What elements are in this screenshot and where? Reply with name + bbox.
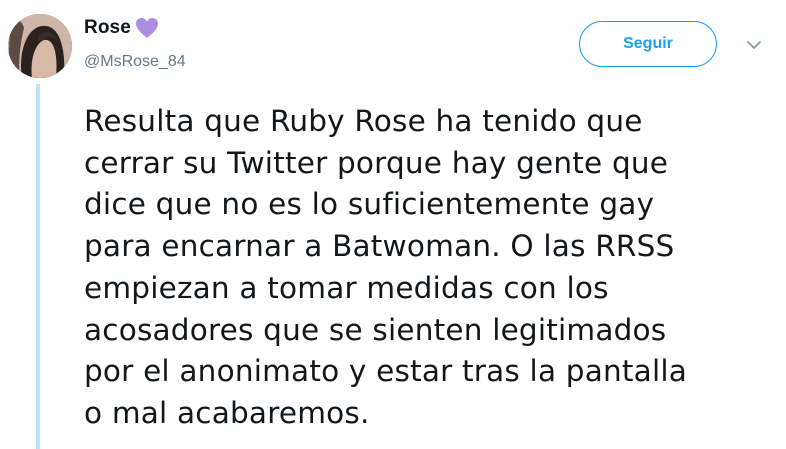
purple-heart-icon xyxy=(135,17,159,39)
tweet-text-line: para encarnar a Batwoman. O las RRSS xyxy=(84,229,675,264)
tweet-card: Rose @MsRose_84 Seguir Resulta que Ruby … xyxy=(0,0,786,449)
tweet-text-line: acosadores que se sienten legitimados xyxy=(84,312,667,347)
tweet-text-line: o mal acabaremos. xyxy=(84,395,370,430)
user-name-row[interactable]: Rose xyxy=(84,17,159,39)
avatar[interactable] xyxy=(8,14,72,78)
user-handle[interactable]: @MsRose_84 xyxy=(84,53,186,71)
chevron-down-icon[interactable] xyxy=(744,38,764,52)
tweet-text-line: cerrar su Twitter porque hay gente que xyxy=(84,145,669,180)
tweet-text-line: empiezan a tomar medidas con los xyxy=(84,270,609,305)
tweet-text-line: Resulta que Ruby Rose ha tenido que xyxy=(84,104,643,138)
thread-line xyxy=(36,84,40,449)
follow-button[interactable]: Seguir xyxy=(579,21,717,67)
avatar-photo-icon xyxy=(8,14,72,78)
tweet-text-line: por el anonimato y estar tras la pantall… xyxy=(84,354,688,389)
tweet-text-line: dice que no es lo suficientemente gay xyxy=(84,187,655,222)
display-name[interactable]: Rose xyxy=(84,17,131,39)
tweet-text: Resulta que Ruby Rose ha tenido que cerr… xyxy=(84,101,774,435)
